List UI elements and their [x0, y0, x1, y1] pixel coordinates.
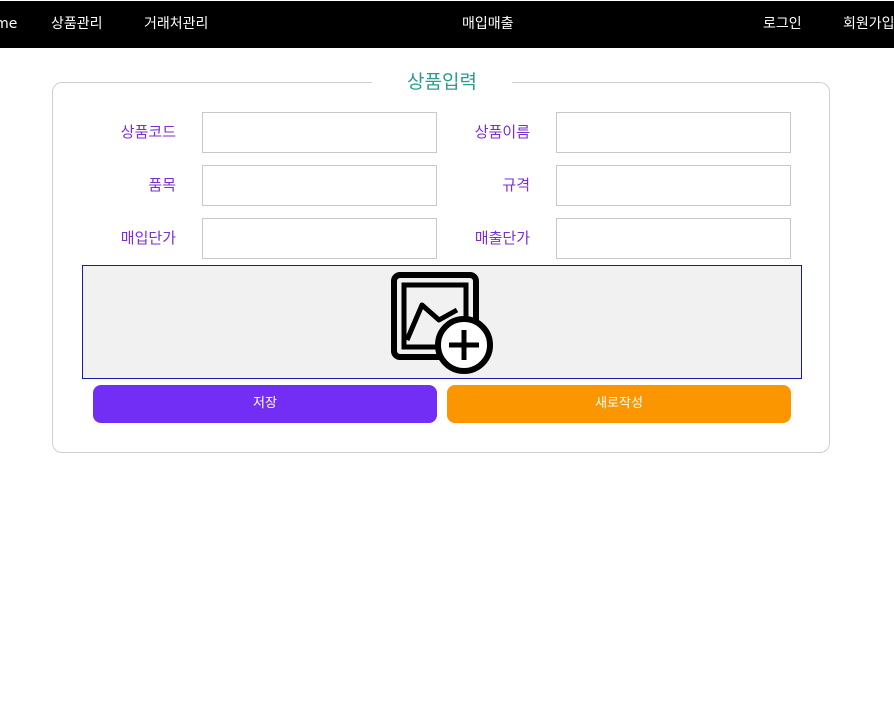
nav-signup-link[interactable]: 회원가입: [843, 1, 894, 48]
top-navbar: Home 상품관리 거래처관리 매입매출 로그인 회원가입: [0, 1, 894, 48]
add-image-icon: [391, 272, 493, 374]
product-code-label: 상품코드: [120, 123, 176, 141]
form-legend: 상품입력: [372, 67, 512, 97]
item-input[interactable]: [202, 165, 437, 206]
sale-price-label: 매출단가: [474, 229, 530, 247]
product-name-input[interactable]: [556, 112, 791, 153]
nav-home-link[interactable]: Home: [0, 1, 17, 48]
new-entry-button[interactable]: 새로작성: [447, 385, 791, 423]
image-upload-area[interactable]: [82, 265, 802, 379]
nav-login-link[interactable]: 로그인: [763, 1, 802, 48]
product-code-input[interactable]: [202, 112, 437, 153]
nav-product-management-link[interactable]: 상품관리: [51, 1, 103, 48]
nav-sales-link[interactable]: 매입매출: [462, 1, 514, 48]
spec-label: 규격: [502, 176, 530, 194]
nav-partner-management-link[interactable]: 거래처관리: [144, 1, 208, 48]
item-label: 품목: [148, 176, 176, 194]
purchase-price-input[interactable]: [202, 218, 437, 259]
spec-input[interactable]: [556, 165, 791, 206]
product-name-label: 상품이름: [474, 123, 530, 141]
purchase-price-label: 매입단가: [120, 229, 176, 247]
save-button[interactable]: 저장: [93, 385, 437, 423]
sale-price-input[interactable]: [556, 218, 791, 259]
